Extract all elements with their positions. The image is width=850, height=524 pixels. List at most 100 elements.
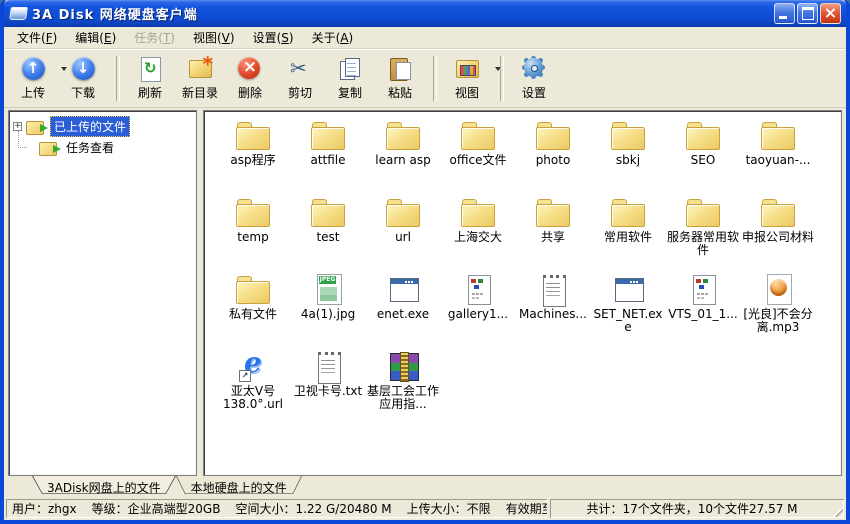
file-item[interactable]: sbkj bbox=[591, 117, 665, 194]
file-item[interactable]: learn asp bbox=[366, 117, 440, 194]
status-segment: 用户：zhgx bbox=[12, 500, 77, 517]
file-item[interactable]: 卫视卡号.txt bbox=[291, 348, 365, 425]
close-button[interactable] bbox=[820, 3, 841, 24]
download-icon bbox=[72, 57, 95, 80]
jpeg-image-icon bbox=[308, 273, 348, 306]
file-item[interactable]: 亚太V号138.0°.url bbox=[216, 348, 290, 425]
menu-item[interactable]: 关于(A) bbox=[303, 26, 363, 49]
file-item-label: 上海交大 bbox=[441, 231, 515, 244]
toolbar-button-label: 刷新 bbox=[138, 84, 162, 101]
folder-icon bbox=[383, 196, 423, 229]
file-item[interactable]: SET_NET.exe bbox=[591, 271, 665, 348]
folder-icon bbox=[308, 196, 348, 229]
resize-grip-icon[interactable] bbox=[830, 504, 843, 517]
toolbar-button[interactable]: 新目录 bbox=[175, 52, 225, 105]
toolbar-button[interactable]: 刷新 bbox=[125, 52, 175, 105]
toolbar-button-label: 剪切 bbox=[288, 84, 312, 101]
file-item-label: 4a(1).jpg bbox=[291, 308, 365, 321]
toolbar-button[interactable]: 设置 bbox=[509, 52, 559, 105]
menu-item[interactable]: 文件(F) bbox=[8, 26, 66, 49]
file-item[interactable]: 上海交大 bbox=[441, 194, 515, 271]
menu-item[interactable]: 任务(T) bbox=[125, 26, 184, 49]
application-icon bbox=[608, 273, 648, 306]
application-icon bbox=[383, 273, 423, 306]
file-item[interactable]: 共享 bbox=[516, 194, 590, 271]
file-item[interactable]: 基层工会工作应用指... bbox=[366, 348, 440, 425]
toolbar-button[interactable]: 复制 bbox=[325, 52, 375, 105]
tree-item[interactable]: + 已上传的文件 bbox=[13, 116, 194, 137]
file-item[interactable]: SEO bbox=[666, 117, 740, 194]
toolbar-button-label: 设置 bbox=[522, 84, 546, 101]
status-summary: 共计：17个文件夹，10个文件27.57 M bbox=[550, 499, 844, 518]
menu-item[interactable]: 编辑(E) bbox=[66, 26, 125, 49]
toolbar-button[interactable]: 剪切 bbox=[275, 52, 325, 105]
toolbar-button[interactable]: 粘贴 bbox=[375, 52, 425, 105]
status-segment: 空间大小：1.22 G/20480 M bbox=[235, 500, 391, 517]
status-segment: 上传大小：不限 bbox=[407, 500, 491, 517]
content-area: + 已上传的文件 任务查看 asp程序 attfile learn asp of… bbox=[4, 108, 846, 476]
folder-icon bbox=[308, 119, 348, 152]
file-item[interactable]: 申报公司材料 bbox=[741, 194, 815, 271]
bottom-tab[interactable]: 3ADisk网盘上的文件 bbox=[32, 476, 176, 497]
tree-item[interactable]: 任务查看 bbox=[13, 137, 194, 158]
folder-icon bbox=[683, 196, 723, 229]
toolbar-button[interactable]: 上传 bbox=[8, 52, 58, 105]
status-segment: 等级：企业高端型20GB bbox=[92, 500, 221, 517]
file-item[interactable]: 服务器常用软件 bbox=[666, 194, 740, 271]
toolbar-button[interactable]: 删除 bbox=[225, 52, 275, 105]
minimize-button[interactable] bbox=[774, 3, 795, 24]
settings-gear-icon bbox=[521, 56, 547, 81]
folder-icon bbox=[533, 196, 573, 229]
file-item[interactable]: test bbox=[291, 194, 365, 271]
file-item-label: SEO bbox=[666, 154, 740, 167]
expand-toggle-icon[interactable]: + bbox=[13, 122, 22, 131]
title-bar: 3A Disk 网络硬盘客户端 bbox=[4, 0, 846, 27]
view-icon bbox=[454, 56, 480, 81]
folder-icon bbox=[683, 119, 723, 152]
file-item[interactable]: office文件 bbox=[441, 117, 515, 194]
file-item[interactable]: taoyuan-... bbox=[741, 117, 815, 194]
file-item[interactable]: photo bbox=[516, 117, 590, 194]
upload-icon bbox=[22, 57, 45, 80]
maximize-button[interactable] bbox=[797, 3, 818, 24]
file-item-label: [光良]不会分离.mp3 bbox=[741, 308, 815, 334]
toolbar-button[interactable]: 视图 bbox=[442, 52, 492, 105]
file-item[interactable]: 常用软件 bbox=[591, 194, 665, 271]
menu-bar: 文件(F) 编辑(E) 任务(T) 视图(V) 设置(S) 关于(A) bbox=[4, 27, 846, 49]
menu-item[interactable]: 设置(S) bbox=[244, 26, 303, 49]
paste-icon bbox=[387, 56, 413, 81]
file-item-label: test bbox=[291, 231, 365, 244]
menu-item[interactable]: 视图(V) bbox=[184, 26, 244, 49]
file-item-label: 基层工会工作应用指... bbox=[366, 385, 440, 411]
file-item[interactable]: gallery1... bbox=[441, 271, 515, 348]
toolbar-button-label: 上传 bbox=[21, 84, 45, 101]
toolbar-button-label: 删除 bbox=[238, 84, 262, 101]
bottom-tab-label: 3ADisk网盘上的文件 bbox=[47, 481, 161, 495]
file-grid: asp程序 attfile learn asp office文件 photo s… bbox=[204, 111, 841, 425]
file-item-label: office文件 bbox=[441, 154, 515, 167]
file-list-panel: asp程序 attfile learn asp office文件 photo s… bbox=[203, 110, 842, 476]
status-segment: 有效期至：2009-05-29 bbox=[506, 500, 547, 517]
file-item[interactable]: temp bbox=[216, 194, 290, 271]
toolbar-button[interactable]: 下载 bbox=[58, 52, 108, 105]
status-summary-text: 共计：17个文件夹，10个文件27.57 M bbox=[586, 500, 797, 517]
file-item-label: asp程序 bbox=[216, 154, 290, 167]
file-item[interactable]: 私有文件 bbox=[216, 271, 290, 348]
file-item-label: photo bbox=[516, 154, 590, 167]
folder-icon bbox=[233, 273, 273, 306]
file-item[interactable]: url bbox=[366, 194, 440, 271]
file-item-label: learn asp bbox=[366, 154, 440, 167]
file-item[interactable]: asp程序 bbox=[216, 117, 290, 194]
file-item[interactable]: enet.exe bbox=[366, 271, 440, 348]
file-item-label: 服务器常用软件 bbox=[666, 231, 740, 257]
file-item[interactable]: Machines... bbox=[516, 271, 590, 348]
file-item-label: taoyuan-... bbox=[741, 154, 815, 167]
cut-icon bbox=[287, 56, 313, 81]
bottom-tab[interactable]: 本地硬盘上的文件 bbox=[176, 476, 302, 497]
file-item[interactable]: attfile bbox=[291, 117, 365, 194]
toolbar-button-label: 粘贴 bbox=[388, 84, 412, 101]
html-document-icon bbox=[683, 273, 723, 306]
file-item[interactable]: [光良]不会分离.mp3 bbox=[741, 271, 815, 348]
file-item[interactable]: VTS_01_1... bbox=[666, 271, 740, 348]
file-item[interactable]: 4a(1).jpg bbox=[291, 271, 365, 348]
